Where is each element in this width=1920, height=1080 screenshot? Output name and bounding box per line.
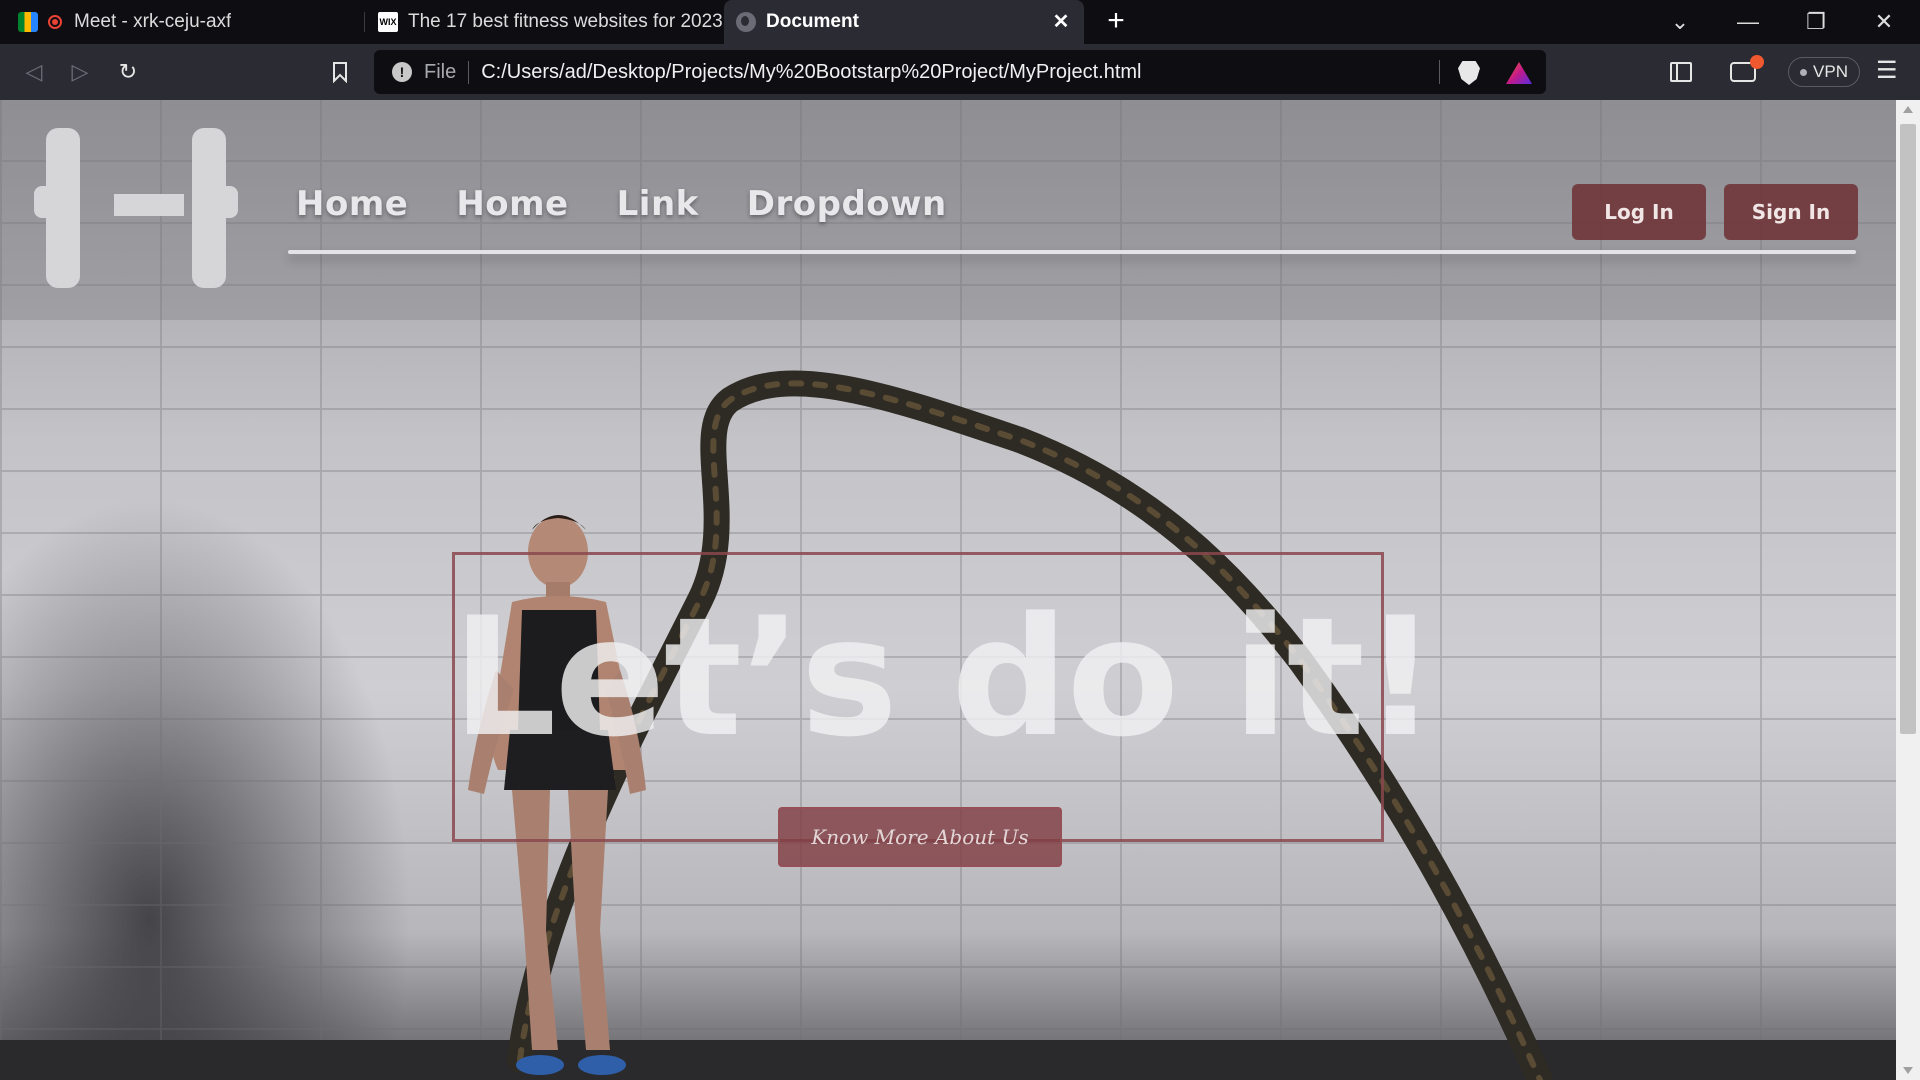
tab-title: The 17 best fitness websites for 2023 <box>408 11 723 32</box>
url-scheme: File <box>424 60 470 84</box>
vpn-label: VPN <box>1813 62 1848 81</box>
forward-icon[interactable]: ▷ <box>64 56 96 88</box>
page-viewport: Home Home Link Dropdown Log In Sign In L… <box>0 100 1896 1080</box>
bookmark-shape <box>333 62 347 83</box>
recording-icon <box>48 15 62 29</box>
nav-link[interactable]: Link <box>617 184 699 224</box>
scroll-down-arrow-icon[interactable] <box>1903 1067 1913 1074</box>
menu-icon[interactable]: ☰ <box>1876 59 1898 83</box>
tab-search-icon[interactable]: ⌄ <box>1646 0 1714 44</box>
dumbbell-logo[interactable] <box>34 128 264 288</box>
nav-home-2[interactable]: Home <box>456 184 568 224</box>
minimize-button[interactable]: — <box>1714 0 1782 44</box>
nav-home[interactable]: Home <box>296 184 408 224</box>
google-meet-icon <box>18 12 38 32</box>
login-button[interactable]: Log In <box>1572 184 1706 240</box>
tab-meet[interactable]: Meet - xrk-ceju-axf <box>0 0 364 44</box>
scroll-up-arrow-icon[interactable] <box>1903 106 1913 113</box>
address-bar[interactable]: ! File C:/Users/ad/Desktop/Projects/My%2… <box>374 50 1546 94</box>
bookmark-icon[interactable] <box>324 56 356 88</box>
wix-icon: WIX <box>378 12 398 32</box>
signin-button[interactable]: Sign In <box>1724 184 1858 240</box>
browser-toolbar: ◁ ▷ ↻ ! File C:/Users/ad/Desktop/Project… <box>0 44 1920 100</box>
globe-icon <box>736 12 756 32</box>
reload-icon[interactable]: ↻ <box>112 56 144 88</box>
nav-divider <box>288 250 1856 254</box>
nav-dropdown[interactable]: Dropdown <box>747 184 947 224</box>
notification-badge <box>1750 55 1764 69</box>
sidebar-icon[interactable] <box>1670 62 1692 82</box>
vpn-button[interactable]: VPN <box>1788 57 1860 87</box>
tab-title: Document <box>766 11 859 32</box>
url-text[interactable]: C:/Users/ad/Desktop/Projects/My%20Bootst… <box>481 61 1141 84</box>
close-window-button[interactable]: ✕ <box>1850 0 1918 44</box>
new-tab-button[interactable]: + <box>1100 6 1132 38</box>
tab-wix[interactable]: WIX The 17 best fitness websites for 202… <box>364 0 724 44</box>
hero-title: Let’s do it! <box>452 582 1438 773</box>
vpn-status-dot <box>1800 68 1808 76</box>
brave-shields-icon[interactable] <box>1458 61 1480 85</box>
divider <box>1439 60 1440 84</box>
tab-title: Meet - xrk-ceju-axf <box>74 11 232 32</box>
info-icon[interactable]: ! <box>392 62 412 82</box>
main-nav: Home Home Link Dropdown <box>296 184 947 224</box>
restore-button[interactable]: ❐ <box>1782 0 1850 44</box>
back-icon[interactable]: ◁ <box>18 56 50 88</box>
close-tab-icon[interactable]: ✕ <box>1050 11 1072 33</box>
know-more-button[interactable]: Know More About Us <box>778 807 1062 867</box>
tab-strip: Meet - xrk-ceju-axf WIX The 17 best fitn… <box>0 0 1920 44</box>
tab-document[interactable]: Document ✕ <box>724 0 1084 44</box>
page-scrollbar[interactable] <box>1896 100 1920 1080</box>
brave-rewards-icon[interactable] <box>1506 62 1532 84</box>
scroll-thumb[interactable] <box>1900 124 1916 734</box>
